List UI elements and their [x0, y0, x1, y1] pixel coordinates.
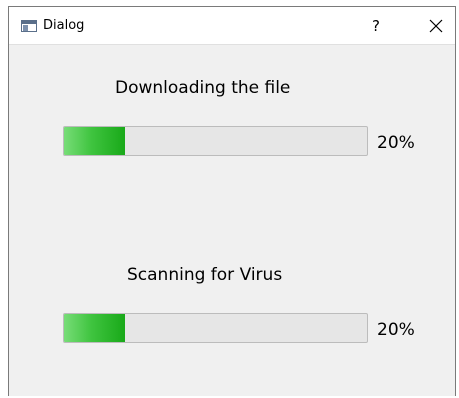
- scan-label: Scanning for Virus: [127, 265, 283, 285]
- download-progress-text: 20%: [377, 133, 415, 153]
- window-title: Dialog: [43, 18, 85, 33]
- help-button[interactable]: ?: [361, 11, 391, 41]
- dialog-window: Dialog ? Downloading the file 20% Scanni…: [8, 6, 456, 396]
- download-progress-bar: [63, 126, 368, 156]
- download-label: Downloading the file: [115, 78, 291, 98]
- title-bar[interactable]: Dialog ?: [9, 7, 455, 45]
- close-button[interactable]: [421, 11, 451, 41]
- scan-progress-text: 20%: [377, 320, 415, 340]
- scan-progress-bar: [63, 313, 368, 343]
- close-icon: [429, 19, 443, 33]
- scan-progress-fill: [64, 314, 125, 342]
- window-icon: [21, 20, 37, 32]
- download-progress-fill: [64, 127, 125, 155]
